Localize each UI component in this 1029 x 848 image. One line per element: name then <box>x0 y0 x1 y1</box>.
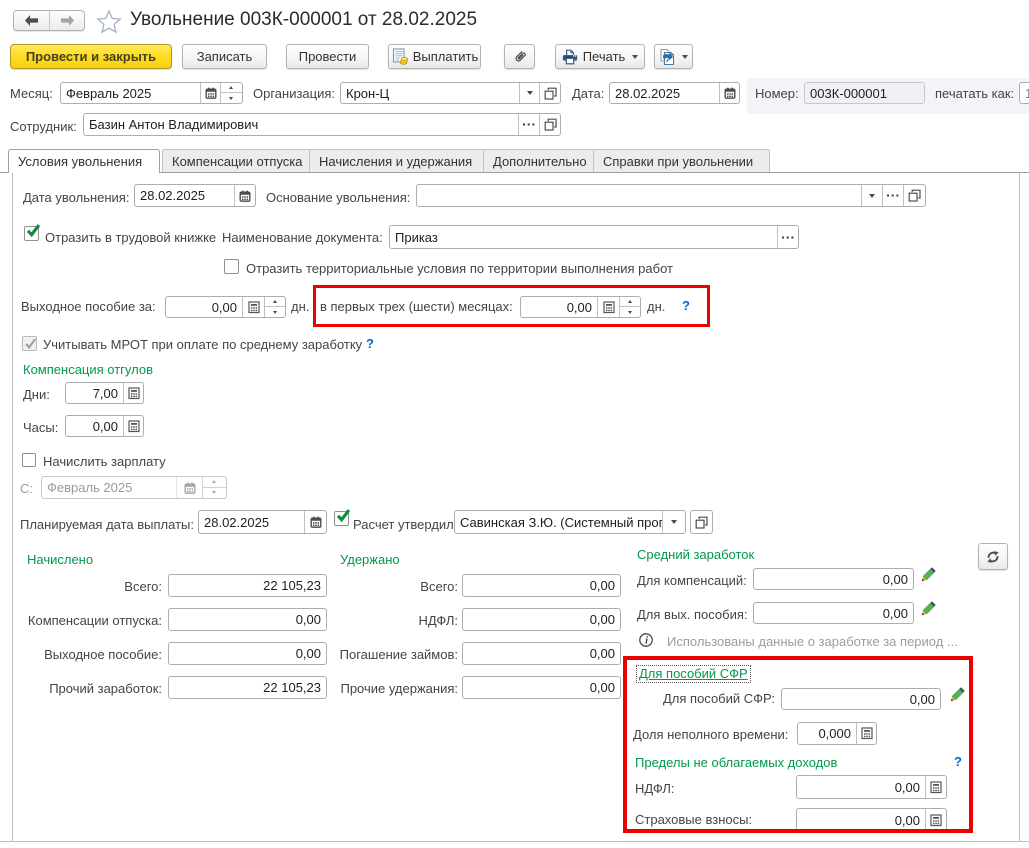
svg-text:i: i <box>645 636 648 647</box>
